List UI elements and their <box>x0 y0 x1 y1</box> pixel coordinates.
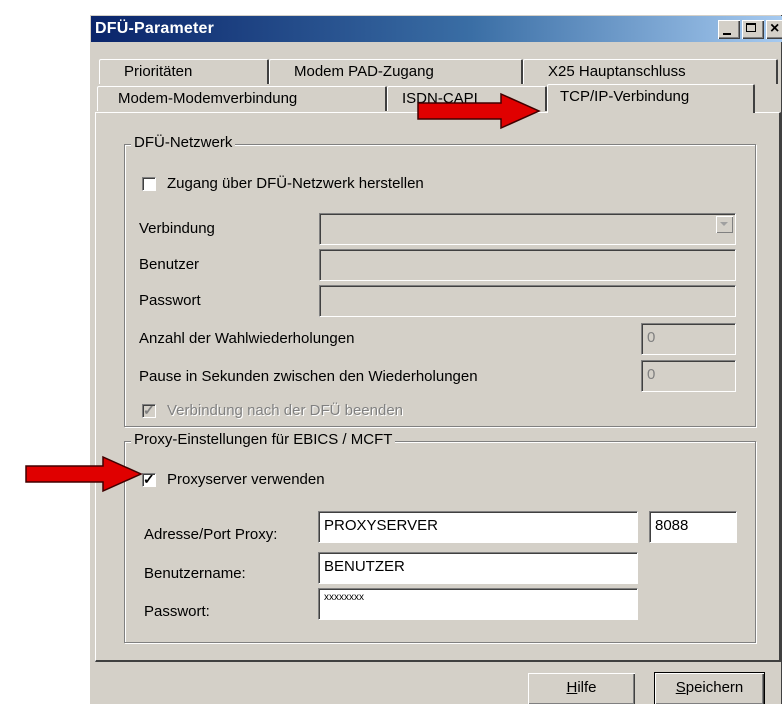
pause-field[interactable]: 0 <box>641 360 736 392</box>
proxy-legend: Proxy-Einstellungen für EBICS / MCFT <box>131 431 396 448</box>
arrow-right-icon <box>25 455 143 493</box>
proxyserver-checkbox[interactable]: ✓ <box>142 471 156 487</box>
verbindung-label: Verbindung <box>139 220 215 237</box>
pause-label: Pause in Sekunden zwischen den Wiederhol… <box>139 368 478 385</box>
verbindung-combo[interactable] <box>319 213 736 245</box>
speichern-label: peichern <box>685 679 744 696</box>
tab-modem-modemverbindung[interactable]: Modem-Modemverbindung <box>97 86 387 111</box>
wahlwiederholungen-field[interactable]: 0 <box>641 323 736 355</box>
tab-x25-hauptanschluss[interactable]: X25 Hauptanschluss <box>523 59 778 84</box>
adresse-port-label: Adresse/Port Proxy: <box>144 526 278 543</box>
benutzer-field[interactable] <box>319 249 736 281</box>
proxyserver-label: Proxyserver verwenden <box>167 471 325 488</box>
dfu-netzwerk-group: DFÜ-Netzwerk Zugang über DFÜ-Netzwerk he… <box>124 134 756 427</box>
tab-label: Modem PAD-Zugang <box>294 63 434 80</box>
proxy-username-input[interactable]: BENUTZER <box>318 552 638 584</box>
verbindung-beenden-checkbox[interactable]: ✓ <box>142 402 156 418</box>
tab-panel-tcp-ip: DFÜ-Netzwerk Zugang über DFÜ-Netzwerk he… <box>95 112 781 662</box>
verbindung-beenden-label: Verbindung nach der DFÜ beenden <box>167 402 404 419</box>
proxy-password-input[interactable]: xxxxxxxx <box>318 588 638 620</box>
tab-label: Prioritäten <box>124 63 193 80</box>
maximize-button[interactable] <box>742 20 764 39</box>
tab-modem-pad-zugang[interactable]: Modem PAD-Zugang <box>269 59 523 84</box>
hilfe-button[interactable]: Hilfe <box>528 673 635 704</box>
title-bar[interactable]: DFÜ-Parameter × <box>91 16 782 42</box>
close-button[interactable]: × <box>766 20 782 39</box>
benutzer-label: Benutzer <box>139 256 200 273</box>
passwort-label: Passwort <box>139 292 201 309</box>
maximize-icon <box>746 23 756 32</box>
benutzername-label: Benutzername: <box>144 565 246 582</box>
tab-label: Modem-Modemverbindung <box>118 90 298 107</box>
window-title: DFÜ-Parameter <box>95 20 215 37</box>
proxy-port-input[interactable]: 8088 <box>649 511 737 543</box>
wahlwiederholungen-label: Anzahl der Wahlwiederholungen <box>139 330 355 347</box>
tab-prioritaeten[interactable]: Prioritäten <box>99 59 269 84</box>
tab-tcp-ip-verbindung[interactable]: TCP/IP-Verbindung <box>547 84 755 113</box>
check-icon: ✓ <box>143 471 155 487</box>
passwort-field[interactable] <box>319 285 736 317</box>
proxy-passwort-label: Passwort: <box>144 603 210 620</box>
minimize-button[interactable] <box>718 20 740 39</box>
close-icon: × <box>770 20 780 37</box>
tab-label: TCP/IP-Verbindung <box>560 88 690 105</box>
minimize-icon <box>723 33 731 35</box>
proxy-group: Proxy-Einstellungen für EBICS / MCFT ✓ P… <box>124 431 756 643</box>
proxy-address-input[interactable]: PROXYSERVER <box>318 511 638 543</box>
speichern-mnemonic: S <box>675 679 686 696</box>
dfu-zugang-label: Zugang über DFÜ-Netzwerk herstellen <box>167 175 424 192</box>
chevron-down-icon[interactable] <box>716 216 733 233</box>
dfu-netzwerk-legend: DFÜ-Netzwerk <box>131 134 236 151</box>
arrow-right-icon <box>417 92 541 130</box>
hilfe-mnemonic: H <box>566 679 578 696</box>
tab-label: X25 Hauptanschluss <box>548 63 686 80</box>
hilfe-label: ilfe <box>577 679 597 696</box>
check-icon: ✓ <box>143 402 155 418</box>
dfu-zugang-checkbox[interactable] <box>142 177 156 191</box>
speichern-button[interactable]: Speichern <box>654 672 765 704</box>
